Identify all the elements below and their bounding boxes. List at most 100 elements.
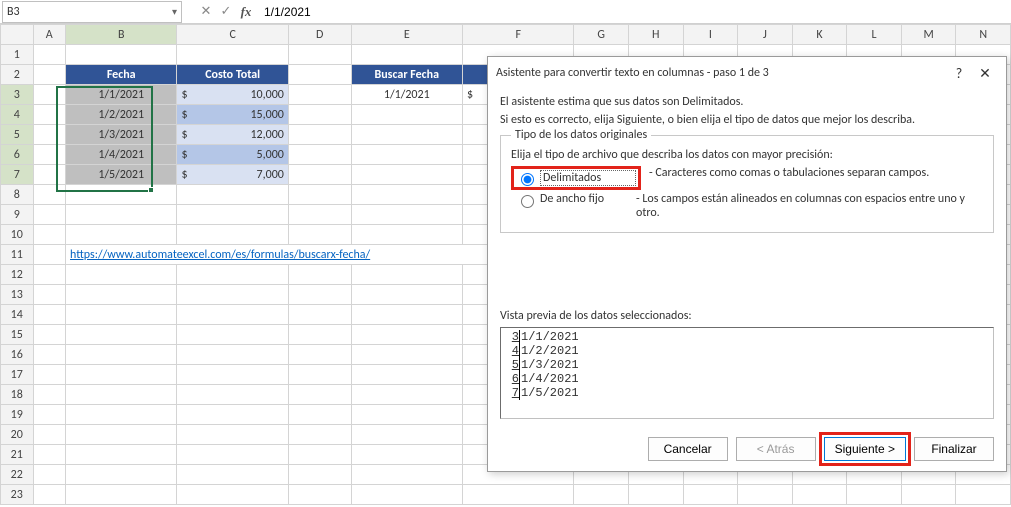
cell[interactable]: Costo Total [177, 65, 288, 85]
cell[interactable] [33, 365, 66, 385]
cell[interactable] [288, 345, 351, 365]
cell[interactable] [177, 225, 288, 245]
cell[interactable] [33, 305, 66, 325]
cell[interactable] [33, 405, 66, 425]
cell[interactable] [351, 205, 462, 225]
col-header[interactable]: N [956, 25, 1011, 45]
cell[interactable]: $7,000 [177, 165, 288, 185]
row-header[interactable]: 4 [1, 105, 34, 125]
cell[interactable] [33, 245, 66, 265]
col-header[interactable]: C [177, 25, 288, 45]
dialog-close-button[interactable]: ✕ [972, 63, 998, 83]
cell[interactable] [66, 45, 177, 65]
cell[interactable] [66, 405, 177, 425]
row-header[interactable]: 15 [1, 325, 34, 345]
row-header[interactable]: 13 [1, 285, 34, 305]
cell[interactable] [288, 265, 351, 285]
cell[interactable]: Fecha [66, 65, 177, 85]
cancel-entry-icon[interactable]: ✕ [196, 2, 216, 22]
cell[interactable] [792, 485, 847, 505]
cell[interactable] [177, 425, 288, 445]
cell[interactable] [66, 485, 177, 505]
cell[interactable] [177, 405, 288, 425]
cell[interactable] [351, 425, 462, 445]
cell[interactable] [33, 65, 66, 85]
cell[interactable] [288, 65, 351, 85]
row-header[interactable]: 11 [1, 245, 34, 265]
data-preview[interactable]: 31/1/202141/2/202151/3/202161/4/202171/5… [500, 327, 994, 419]
row-header[interactable]: 9 [1, 205, 34, 225]
row-header[interactable]: 22 [1, 465, 34, 485]
cell[interactable] [351, 105, 462, 125]
cell[interactable] [177, 345, 288, 365]
cell[interactable]: 1/1/2021 [66, 85, 177, 105]
cell[interactable] [33, 285, 66, 305]
row-header[interactable]: 20 [1, 425, 34, 445]
row-header[interactable]: 1 [1, 45, 34, 65]
cell[interactable] [901, 485, 956, 505]
cell[interactable] [177, 285, 288, 305]
col-header[interactable]: D [288, 25, 351, 45]
row-header[interactable]: 18 [1, 385, 34, 405]
cell[interactable] [288, 85, 351, 105]
col-header[interactable]: E [351, 25, 462, 45]
col-header[interactable]: A [33, 25, 66, 45]
cell[interactable] [288, 105, 351, 125]
cell[interactable] [177, 445, 288, 465]
cell[interactable] [288, 45, 351, 65]
cell[interactable]: $10,000 [177, 85, 288, 105]
cell[interactable] [66, 225, 177, 245]
cell[interactable] [683, 485, 738, 505]
cell[interactable] [177, 485, 288, 505]
cell[interactable] [66, 305, 177, 325]
cell[interactable] [66, 325, 177, 345]
cell[interactable] [351, 305, 462, 325]
cell[interactable]: $15,000 [177, 105, 288, 125]
cell[interactable] [66, 345, 177, 365]
cell[interactable] [177, 305, 288, 325]
row-header[interactable]: 7 [1, 165, 34, 185]
formula-input[interactable] [256, 2, 1011, 22]
cell[interactable] [33, 345, 66, 365]
row-header[interactable]: 3 [1, 85, 34, 105]
cell[interactable]: $12,000 [177, 125, 288, 145]
cell[interactable] [33, 185, 66, 205]
col-header[interactable]: G [574, 25, 629, 45]
cell[interactable] [351, 445, 462, 465]
row-header[interactable]: 6 [1, 145, 34, 165]
cell[interactable] [351, 485, 462, 505]
cell[interactable] [288, 465, 351, 485]
cell[interactable] [177, 365, 288, 385]
col-header[interactable]: B [66, 25, 177, 45]
row-header[interactable]: 16 [1, 345, 34, 365]
cell[interactable] [351, 285, 462, 305]
cell[interactable] [33, 425, 66, 445]
cell[interactable] [66, 265, 177, 285]
cell[interactable] [351, 405, 462, 425]
cell[interactable] [351, 325, 462, 345]
row-header[interactable]: 23 [1, 485, 34, 505]
cell[interactable] [351, 345, 462, 365]
cell[interactable] [66, 425, 177, 445]
dialog-titlebar[interactable]: Asistente para convertir texto en column… [488, 57, 1006, 89]
cell[interactable] [847, 485, 902, 505]
cell[interactable] [33, 145, 66, 165]
cell[interactable] [177, 265, 288, 285]
cell[interactable] [288, 385, 351, 405]
cell[interactable] [288, 145, 351, 165]
row-header[interactable]: 19 [1, 405, 34, 425]
cell[interactable] [351, 165, 462, 185]
cell[interactable] [738, 485, 793, 505]
cell[interactable] [956, 485, 1011, 505]
cell[interactable] [351, 385, 462, 405]
cell[interactable] [33, 45, 66, 65]
cell[interactable] [177, 205, 288, 225]
cell[interactable] [66, 285, 177, 305]
cell[interactable] [288, 285, 351, 305]
cancel-button[interactable]: Cancelar [648, 437, 728, 461]
cell[interactable]: 1/3/2021 [66, 125, 177, 145]
cell[interactable] [351, 185, 462, 205]
cell[interactable] [288, 425, 351, 445]
cell[interactable] [33, 465, 66, 485]
cell[interactable] [66, 205, 177, 225]
